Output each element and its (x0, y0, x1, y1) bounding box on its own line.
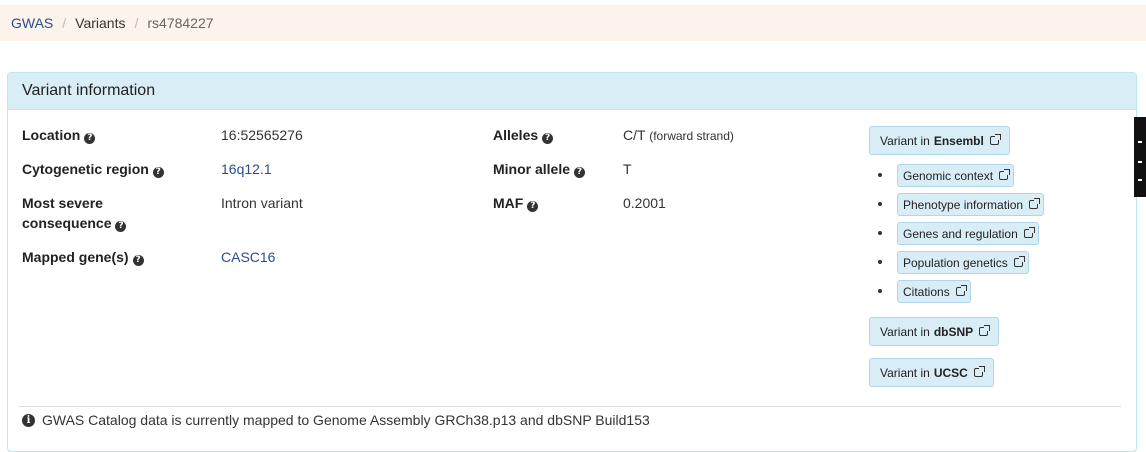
consequence-value: Intron variant (221, 195, 303, 211)
alleles-value: C/T (forward strand) (623, 125, 734, 146)
location-value: 16:52565276 (221, 127, 303, 143)
side-tab-mark (1138, 179, 1142, 181)
ensembl-button-prefix: Variant in (880, 133, 930, 148)
consequence-label-line1: Most severe (22, 195, 103, 211)
bullet (878, 173, 882, 177)
question-circle-icon[interactable]: ? (542, 133, 554, 144)
citations-link[interactable]: Citations (897, 280, 971, 303)
phenotype-information-link[interactable]: Phenotype information (897, 193, 1045, 216)
mapped-gene-link[interactable]: CASC16 (221, 247, 275, 267)
sub-link-label: Genes and regulation (903, 226, 1018, 241)
question-circle-icon[interactable]: ? (574, 167, 586, 178)
external-link-icon (1023, 227, 1035, 238)
cytogenetic-region-link[interactable]: 16q12.1 (221, 159, 272, 179)
info-circle-icon: i (22, 413, 35, 427)
assembly-note: i GWAS Catalog data is currently mapped … (22, 412, 650, 428)
external-link-icon (979, 325, 991, 336)
sub-link-label: Phenotype information (903, 197, 1024, 212)
location-label: Location? (22, 125, 96, 145)
external-link-icon (1013, 256, 1025, 267)
breadcrumb-variants-link[interactable]: Variants (75, 15, 125, 31)
panel-title: Variant information (8, 73, 1136, 110)
external-link-icon (1029, 198, 1041, 209)
genomic-context-link[interactable]: Genomic context (897, 164, 1015, 187)
variant-in-dbsnp-button[interactable]: Variant in dbSNP (869, 317, 1000, 346)
mapped-genes-label: Mapped gene(s)? (22, 247, 144, 267)
footer-divider (19, 406, 1121, 407)
question-circle-icon[interactable]: ? (152, 167, 164, 178)
dbsnp-button-prefix: Variant in (880, 324, 930, 339)
ucsc-button-prefix: Variant in (880, 365, 930, 380)
external-link-icon (989, 134, 1001, 145)
maf-label: MAF? (493, 193, 539, 213)
breadcrumb: GWAS / Variants / rs4784227 (0, 5, 1146, 41)
side-feedback-tab[interactable] (1134, 117, 1146, 197)
external-link-icon (955, 285, 967, 296)
maf-value: 0.2001 (623, 195, 666, 211)
population-genetics-link[interactable]: Population genetics (897, 251, 1029, 274)
breadcrumb-separator: / (62, 15, 67, 31)
ensembl-button-name: Ensembl (933, 133, 984, 148)
minor-allele-value: T (623, 161, 632, 177)
location-label-text: Location (22, 127, 81, 143)
mapped-genes-label-text: Mapped gene(s) (22, 249, 129, 265)
question-circle-icon[interactable]: ? (132, 255, 144, 266)
alleles-label-text: Alleles (493, 127, 539, 143)
alleles-strand-note: (forward strand) (649, 129, 734, 143)
breadcrumb-separator: / (134, 15, 139, 31)
breadcrumb-home-link[interactable]: GWAS (11, 15, 53, 31)
question-circle-icon[interactable]: ? (527, 201, 539, 212)
minor-allele-label: Minor allele? (493, 159, 586, 179)
genes-and-regulation-link[interactable]: Genes and regulation (897, 222, 1039, 245)
variant-in-ensembl-button[interactable]: Variant in Ensembl (869, 126, 1010, 155)
cytogenetic-region-label: Cytogenetic region? (22, 159, 164, 179)
sub-link-label: Genomic context (903, 168, 994, 183)
ucsc-button-name: UCSC (933, 365, 968, 380)
minor-allele-label-text: Minor allele (493, 161, 571, 177)
bullet (878, 260, 882, 264)
maf-label-text: MAF (493, 195, 524, 211)
bullet (878, 202, 882, 206)
assembly-note-text: GWAS Catalog data is currently mapped to… (42, 412, 650, 428)
alleles-label: Alleles? (493, 125, 554, 145)
dbsnp-button-name: dbSNP (933, 324, 974, 339)
breadcrumb-current: rs4784227 (147, 15, 214, 31)
sub-link-label: Population genetics (903, 255, 1008, 270)
question-circle-icon[interactable]: ? (84, 133, 96, 144)
bullet (878, 289, 882, 293)
cytogenetic-region-label-text: Cytogenetic region (22, 161, 149, 177)
variant-in-ucsc-button[interactable]: Variant in UCSC (869, 358, 994, 387)
external-link-icon (999, 169, 1011, 180)
consequence-label-line2: consequence (22, 215, 112, 231)
external-link-icon (973, 366, 985, 377)
question-circle-icon[interactable]: ? (115, 221, 127, 232)
side-tab-mark (1138, 161, 1142, 163)
alleles-value-text: C/T (623, 127, 646, 143)
side-tab-mark (1138, 141, 1142, 143)
sub-link-label: Citations (903, 284, 950, 299)
most-severe-consequence-label: Most severe consequence? (22, 193, 127, 233)
bullet (878, 231, 882, 235)
